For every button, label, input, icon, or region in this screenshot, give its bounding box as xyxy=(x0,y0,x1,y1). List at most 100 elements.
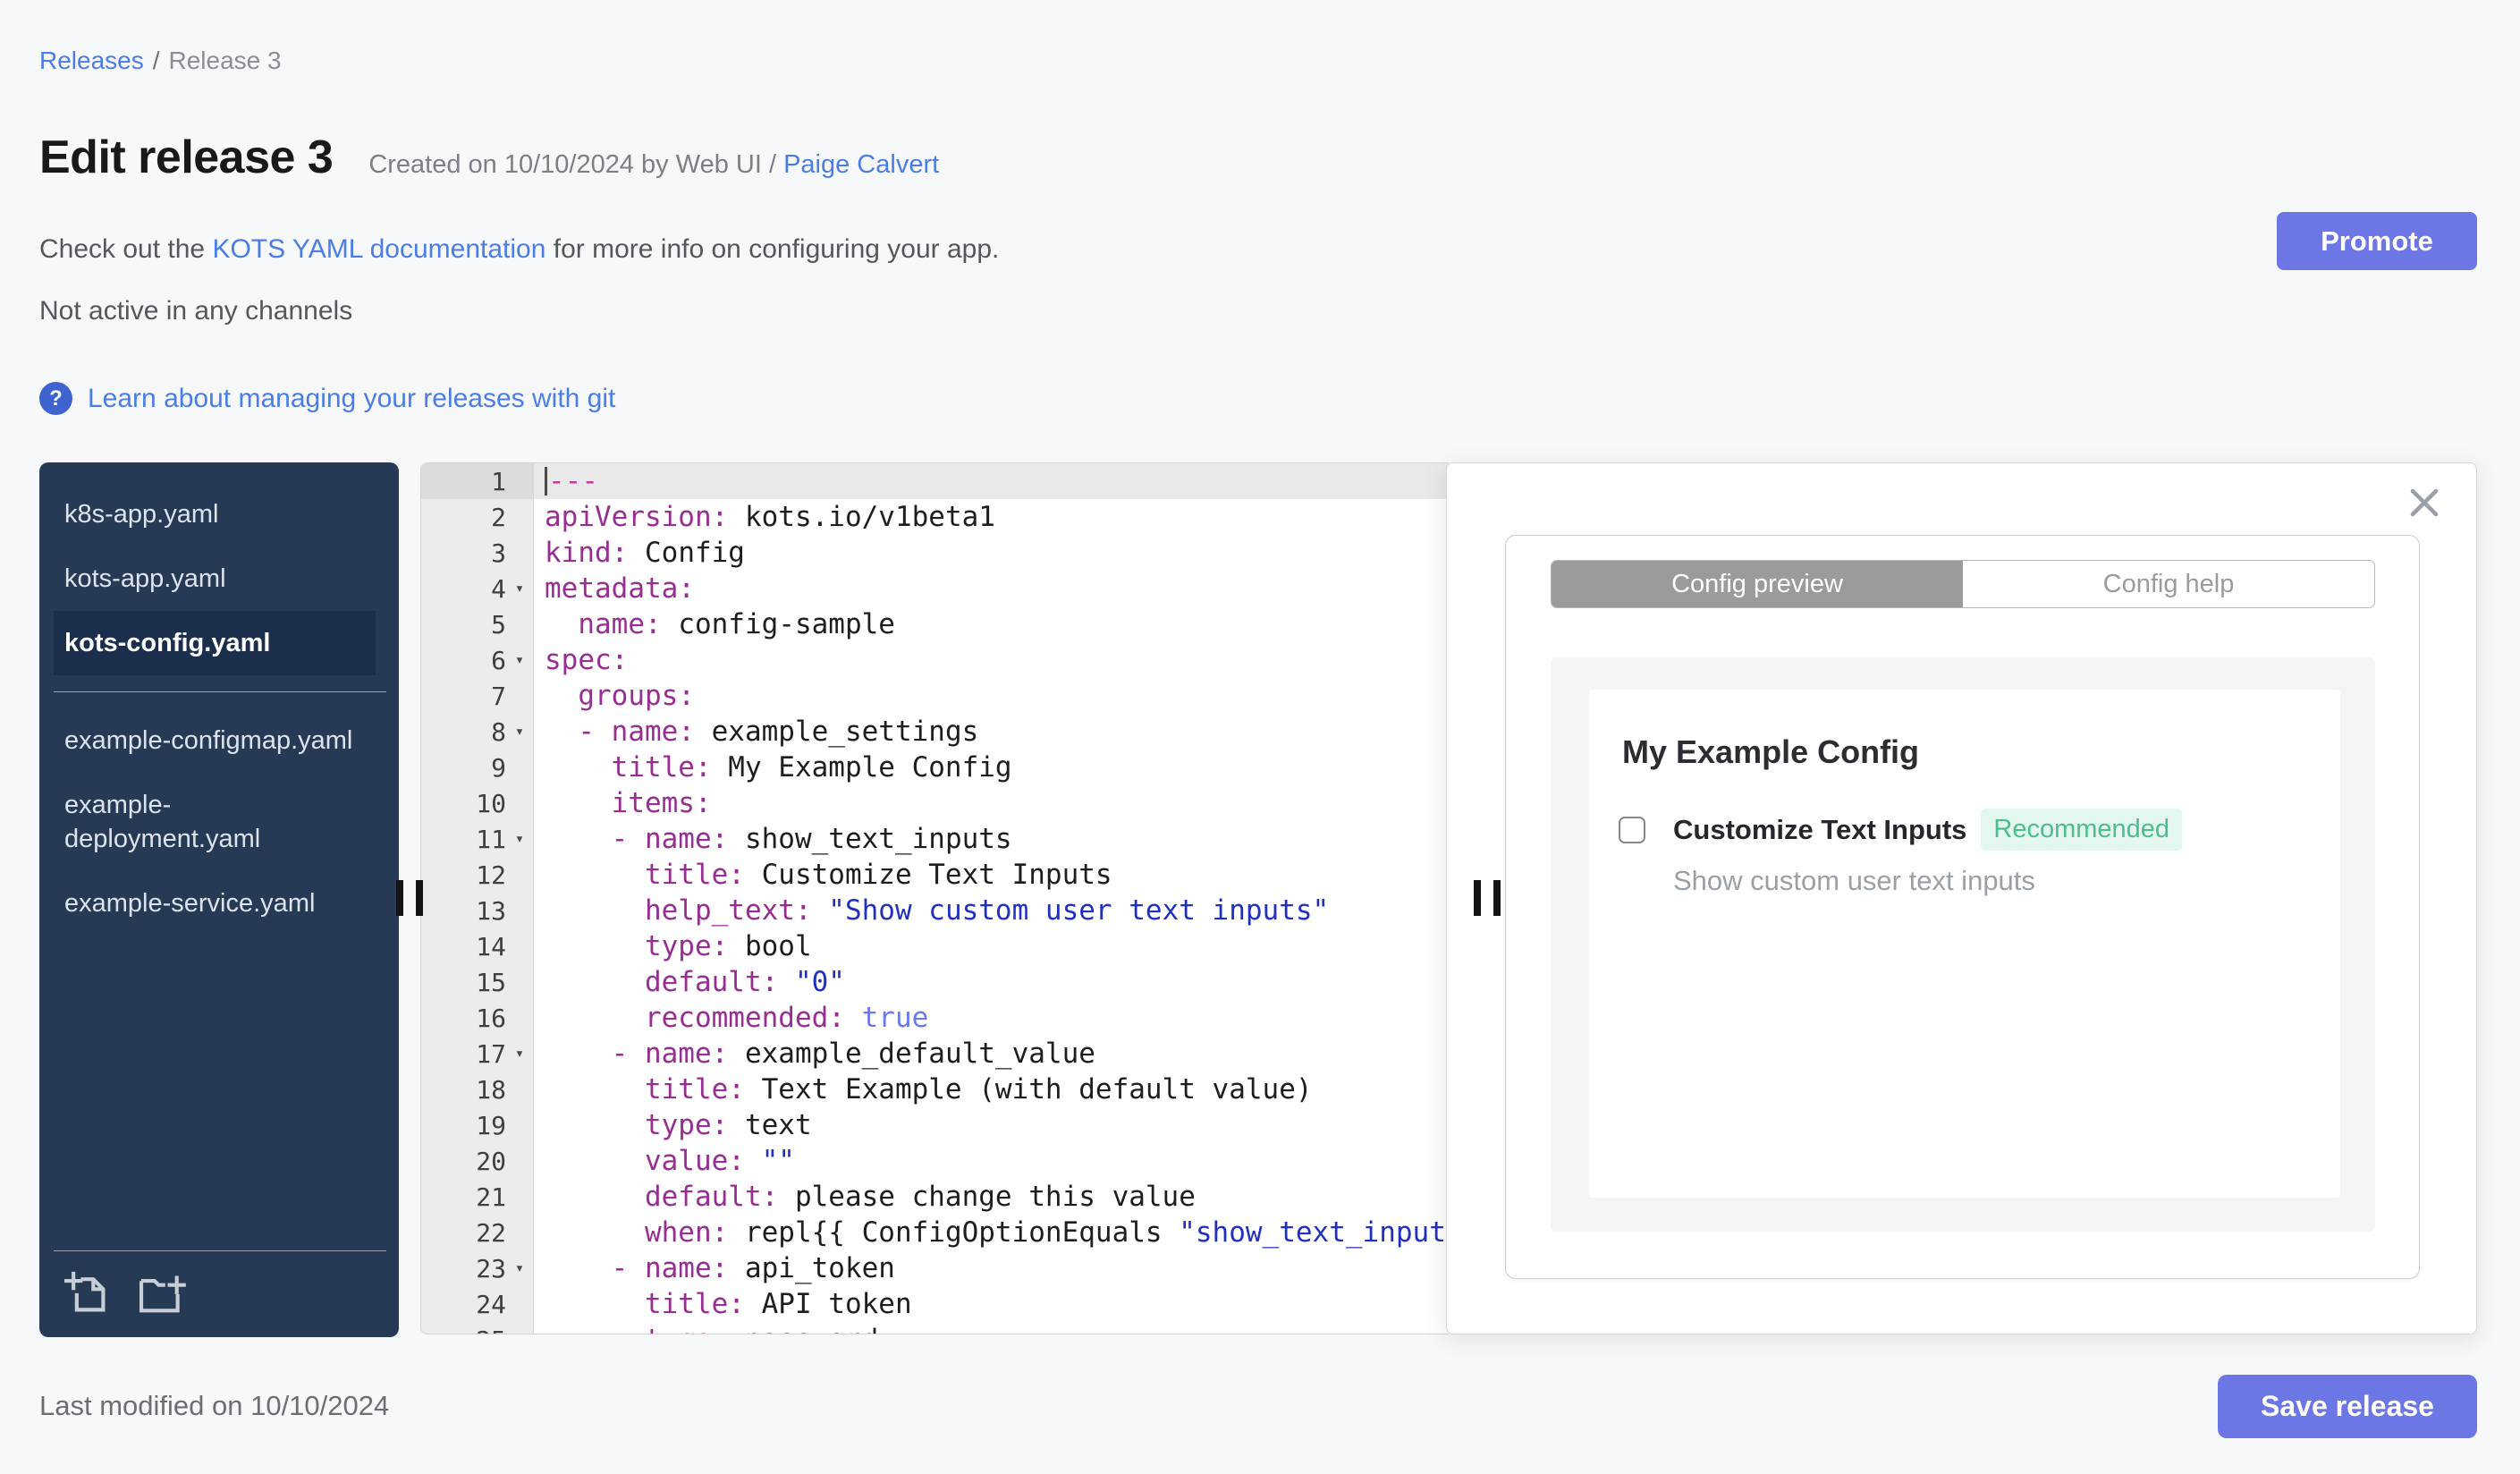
sidebar-file-kots-config.yaml[interactable]: kots-config.yaml xyxy=(54,611,376,675)
code-line-2[interactable]: apiVersion: kots.io/v1beta1 xyxy=(534,499,1449,535)
code-line-13[interactable]: help_text: "Show custom user text inputs… xyxy=(534,893,1449,928)
code-line-24[interactable]: title: API token xyxy=(534,1286,1449,1322)
gutter-line-20: 20 xyxy=(476,1146,506,1176)
customize-text-inputs-checkbox[interactable] xyxy=(1619,816,1645,843)
code-line-1[interactable]: --- xyxy=(534,463,1449,499)
fold-toggle-icon[interactable]: ▾ xyxy=(506,1259,533,1277)
editor-code-area[interactable]: --- apiVersion: kots.io/v1beta1 kind: Conf… xyxy=(534,463,1449,1334)
gutter-line-17: 17 ▾ xyxy=(421,1036,533,1072)
code-line-16[interactable]: recommended: true xyxy=(534,1000,1449,1036)
code-line-9[interactable]: title: My Example Config xyxy=(534,750,1449,785)
code-line-25[interactable]: type: password xyxy=(534,1322,1449,1334)
code-line-11[interactable]: - name: show_text_inputs xyxy=(534,821,1449,857)
code-line-5[interactable]: name: config-sample xyxy=(534,606,1449,642)
code-line-17[interactable]: - name: example_default_value xyxy=(534,1036,1449,1072)
breadcrumb-separator: / xyxy=(152,47,160,74)
sidebar-resize-handle[interactable] xyxy=(396,880,423,916)
created-on-prefix: Created on 10/10/2024 by Web UI / xyxy=(368,150,777,179)
preview-tabs: Config preview Config help xyxy=(1551,560,2375,608)
sidebar-file-example-deployment.yaml[interactable]: example-deployment.yaml xyxy=(54,773,376,871)
code-line-3[interactable]: kind: Config xyxy=(534,535,1449,571)
breadcrumb-current: Release 3 xyxy=(168,47,282,74)
config-item-label: Customize Text Inputs xyxy=(1673,813,1967,845)
panel-resize-handle[interactable] xyxy=(1474,880,1501,916)
fold-toggle-icon[interactable]: ▾ xyxy=(506,723,533,741)
gutter-line-8: 8 ▾ xyxy=(421,714,533,750)
fold-toggle-icon[interactable]: ▾ xyxy=(506,651,533,669)
code-line-7[interactable]: groups: xyxy=(534,678,1449,714)
title-row: Edit release 3 Created on 10/10/2024 by … xyxy=(39,131,939,184)
gutter-line-7: 7 xyxy=(491,681,506,711)
config-group-title: My Example Config xyxy=(1622,733,1920,770)
file-list: k8s-app.yaml kots-app.yaml kots-config.yam… xyxy=(39,462,399,936)
page-title: Edit release 3 xyxy=(39,131,334,183)
gutter-line-16: 16 xyxy=(476,1003,506,1033)
gutter-line-14: 14 xyxy=(476,931,506,961)
config-preview-panel: Config preview Config help My Example Co… xyxy=(1446,462,2477,1334)
yaml-editor: 1 2 3 4 ▾ 5 6 ▾ 7 8 ▾ 9 10 11 ▾ 12 13 14 15 16 17 ▾ 18 19 20 21 22… xyxy=(420,462,1449,1334)
fold-toggle-icon[interactable]: ▾ xyxy=(506,1045,533,1063)
code-line-10[interactable]: items: xyxy=(534,785,1449,821)
docs-prefix: Check out the xyxy=(39,234,213,264)
docs-suffix: for more info on configuring your app. xyxy=(545,234,1000,264)
sidebar-file-example-configmap.yaml[interactable]: example-configmap.yaml xyxy=(54,708,376,773)
code-line-19[interactable]: type: text xyxy=(534,1107,1449,1143)
gutter-line-23: 23 ▾ xyxy=(421,1250,533,1286)
gutter-line-22: 22 xyxy=(476,1217,506,1248)
last-modified-text: Last modified on 10/10/2024 xyxy=(39,1390,390,1421)
text-cursor xyxy=(545,467,547,496)
gutter-line-24: 24 xyxy=(476,1289,506,1319)
gutter-line-12: 12 xyxy=(476,860,506,890)
sidebar-file-kots-app.yaml[interactable]: kots-app.yaml xyxy=(54,546,376,611)
save-release-button[interactable]: Save release xyxy=(2218,1375,2477,1438)
file-list-divider xyxy=(54,691,386,692)
fold-toggle-icon[interactable]: ▾ xyxy=(506,830,533,848)
gutter-line-21: 21 xyxy=(476,1182,506,1212)
config-group-card: My Example Config Customize Text Inputs … xyxy=(1589,690,2340,1198)
code-line-6[interactable]: spec: xyxy=(534,642,1449,678)
file-tree-sidebar: k8s-app.yaml kots-app.yaml kots-config.yam… xyxy=(39,462,399,1337)
gutter-line-10: 10 xyxy=(476,788,506,818)
code-line-12[interactable]: title: Customize Text Inputs xyxy=(534,857,1449,893)
code-line-4[interactable]: metadata: xyxy=(534,571,1449,606)
tab-config-help[interactable]: Config help xyxy=(1963,561,2374,607)
code-line-23[interactable]: - name: api_token xyxy=(534,1250,1449,1286)
config-item-row: Customize Text Inputs Recommended xyxy=(1619,809,2340,851)
gutter-line-18: 18 xyxy=(476,1074,506,1105)
gutter-line-2: 2 xyxy=(491,502,506,532)
tab-config-preview[interactable]: Config preview xyxy=(1552,561,1963,607)
editor-gutter: 1 2 3 4 ▾ 5 6 ▾ 7 8 ▾ 9 10 11 ▾ 12 13 14 15 16 17 ▾ 18 19 20 21 22… xyxy=(421,463,534,1334)
gutter-line-4: 4 ▾ xyxy=(421,571,533,606)
gutter-line-15: 15 xyxy=(476,967,506,997)
config-item-help-text: Show custom user text inputs xyxy=(1673,865,2035,896)
sidebar-footer xyxy=(54,1250,386,1337)
code-line-20[interactable]: value: "" xyxy=(534,1143,1449,1179)
docs-line: Check out the KOTS YAML documentation fo… xyxy=(39,234,999,265)
code-line-18[interactable]: title: Text Example (with default value) xyxy=(534,1072,1449,1107)
code-line-22[interactable]: when: repl{{ ConfigOptionEquals "show_te… xyxy=(534,1215,1449,1250)
gutter-line-11: 11 ▾ xyxy=(421,821,533,857)
add-folder-icon[interactable] xyxy=(140,1271,186,1314)
created-on-text: Created on 10/10/2024 by Web UI / Paige … xyxy=(368,150,939,180)
config-preview-card: Config preview Config help My Example Co… xyxy=(1505,535,2420,1279)
code-line-8[interactable]: - name: example_settings xyxy=(534,714,1449,750)
author-link[interactable]: Paige Calvert xyxy=(783,150,939,179)
git-help-link[interactable]: Learn about managing your releases with … xyxy=(88,384,615,414)
gutter-line-5: 5 xyxy=(491,609,506,640)
kots-yaml-docs-link[interactable]: KOTS YAML documentation xyxy=(212,234,545,264)
sidebar-file-k8s-app.yaml[interactable]: k8s-app.yaml xyxy=(54,482,376,546)
close-icon[interactable] xyxy=(2408,487,2440,519)
gutter-line-19: 19 xyxy=(476,1110,506,1140)
sidebar-file-example-service.yaml[interactable]: example-service.yaml xyxy=(54,871,376,936)
breadcrumb-releases-link[interactable]: Releases xyxy=(39,47,144,74)
gutter-line-9: 9 xyxy=(491,752,506,783)
promote-button[interactable]: Promote xyxy=(2277,212,2477,270)
git-help-row: ? Learn about managing your releases wit… xyxy=(39,382,615,415)
code-line-21[interactable]: default: please change this value xyxy=(534,1179,1449,1215)
fold-toggle-icon[interactable]: ▾ xyxy=(506,580,533,597)
code-line-14[interactable]: type: bool xyxy=(534,928,1449,964)
config-preview-area: My Example Config Customize Text Inputs … xyxy=(1551,657,2375,1232)
recommended-badge: Recommended xyxy=(1981,809,2183,851)
code-line-15[interactable]: default: "0" xyxy=(534,964,1449,1000)
add-file-icon[interactable] xyxy=(64,1271,107,1314)
